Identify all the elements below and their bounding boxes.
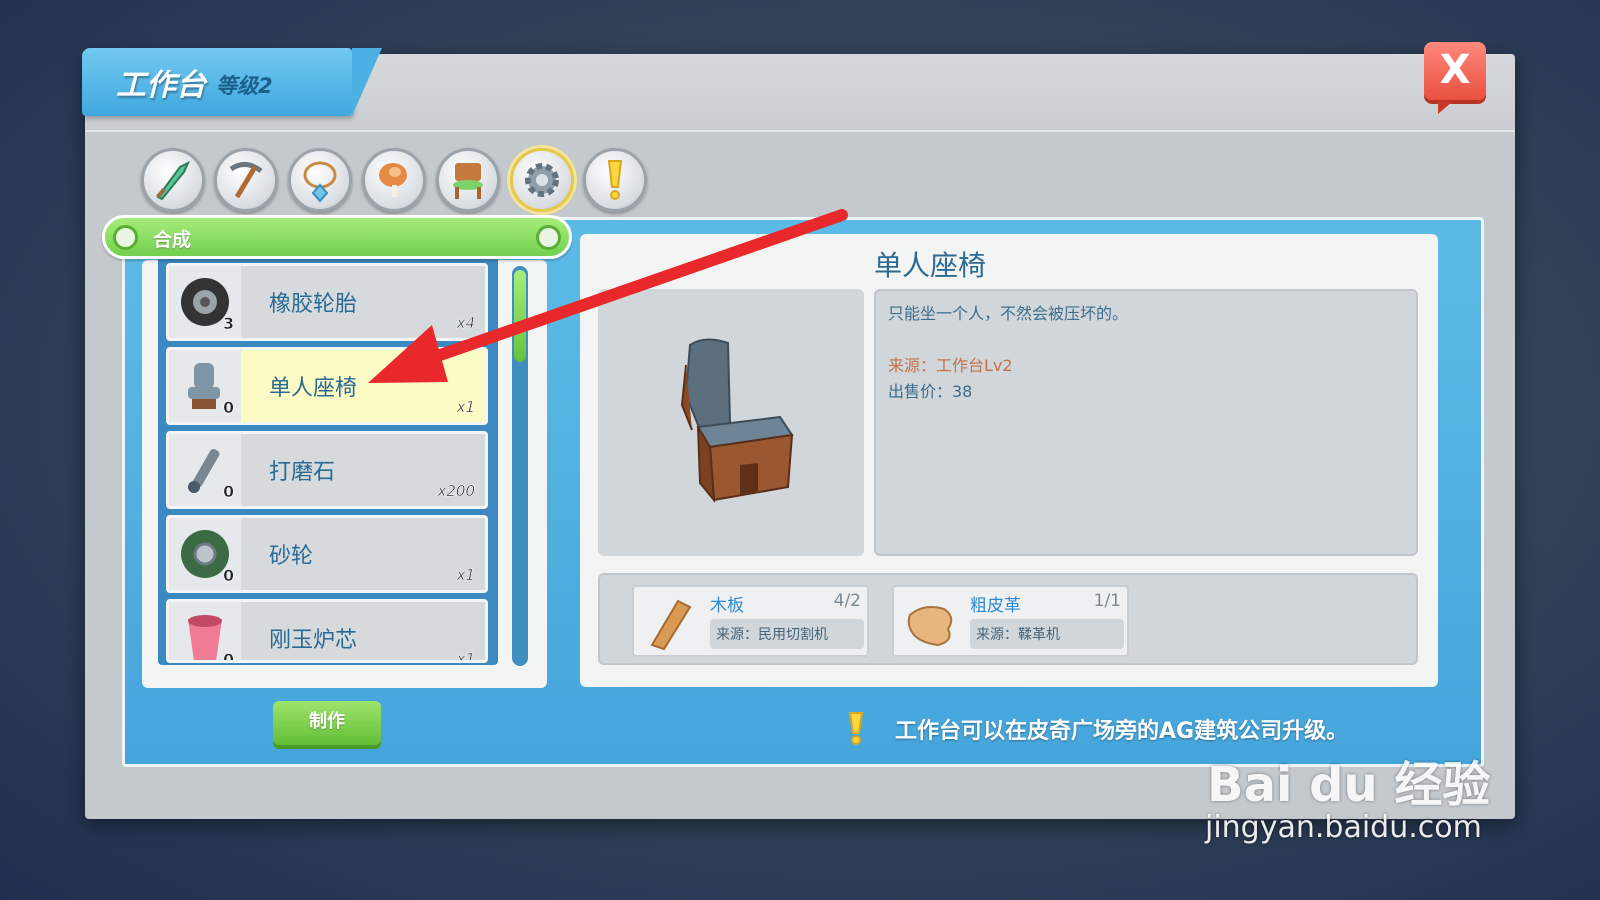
category-pickaxe-icon[interactable] — [214, 148, 278, 212]
workbench-level: 等级2 — [216, 74, 273, 98]
item-source: 来源：工作台Lv2 — [888, 356, 1013, 375]
category-food-icon[interactable] — [362, 148, 426, 212]
make-button[interactable]: 制作 — [273, 701, 381, 745]
item-name: 砂轮 — [269, 544, 314, 569]
detail-title: 单人座椅 — [873, 249, 986, 282]
list-scrollbar[interactable] — [512, 266, 528, 666]
leather-icon — [900, 593, 964, 653]
description-box: 只能坐一个人，不然会被压坏的。 来源：工作台Lv2 出售价：38 — [874, 289, 1418, 556]
section-dot-left — [113, 225, 138, 250]
material-source: 来源：民用切割机 — [710, 619, 864, 649]
recipe-item-corundum-core[interactable]: 0 刚玉炉芯 x1 — [166, 599, 488, 663]
section-header: 合成 — [102, 215, 572, 259]
craft-quantity: x1 — [456, 566, 475, 585]
material-count: 4/2 — [833, 591, 861, 611]
owned-count: 0 — [223, 482, 235, 502]
owned-count: 0 — [223, 650, 235, 663]
material-card-leather[interactable]: 粗皮革 1/1 来源：鞣革机 — [892, 585, 1129, 657]
section-label: 合成 — [153, 229, 192, 251]
title-tab: 工作台 等级2 — [82, 48, 382, 116]
item-name: 打磨石 — [269, 460, 336, 485]
material-count: 1/1 — [1093, 591, 1121, 611]
item-name: 单人座椅 — [269, 376, 358, 401]
scrollbar-thumb[interactable] — [514, 270, 526, 362]
wood-plank-icon — [640, 593, 704, 653]
item-name: 橡胶轮胎 — [269, 292, 358, 317]
owned-count: 0 — [223, 566, 235, 586]
craft-quantity: x1 — [456, 398, 475, 417]
recipe-item-rubber-tire[interactable]: 3 橡胶轮胎 x4 — [166, 263, 488, 341]
recipe-item-grinding-wheel[interactable]: 0 砂轮 x1 — [166, 515, 488, 593]
category-exclamation-icon[interactable] — [583, 148, 647, 212]
category-weapon-icon[interactable] — [141, 148, 205, 212]
item-name: 刚玉炉芯 — [269, 628, 358, 653]
watermark-url: jingyan.baidu.com — [1205, 810, 1482, 845]
recipe-item-single-chair[interactable]: 0 单人座椅 x1 — [166, 347, 488, 425]
category-gear-icon[interactable] — [510, 148, 574, 212]
material-name: 粗皮革 — [970, 596, 1021, 616]
materials-box: 木板 4/2 来源：民用切割机 粗皮革 1/1 来源：鞣革机 — [598, 573, 1418, 665]
section-dot-right — [536, 225, 561, 250]
hint-bulb-icon — [848, 712, 864, 745]
sell-price: 出售价：38 — [888, 382, 973, 401]
close-button[interactable]: X — [1424, 42, 1486, 114]
material-name: 木板 — [710, 596, 744, 616]
craft-quantity: x200 — [437, 482, 475, 501]
category-furniture-icon[interactable] — [436, 148, 500, 212]
owned-count: 0 — [223, 398, 235, 418]
recipe-item-grind-stone[interactable]: 0 打磨石 x200 — [166, 431, 488, 509]
watermark-logo: Bai du 经验 — [1207, 757, 1491, 813]
craft-quantity: x4 — [456, 314, 475, 333]
material-card-wood[interactable]: 木板 4/2 来源：民用切割机 — [632, 585, 869, 657]
craft-quantity: x1 — [456, 650, 475, 663]
window-title: 工作台 — [116, 68, 206, 103]
owned-count: 3 — [223, 314, 235, 334]
hint-text: 工作台可以在皮奇广场旁的AG建筑公司升级。 — [895, 719, 1349, 744]
item-description: 只能坐一个人，不然会被压坏的。 — [888, 304, 1129, 323]
category-necklace-icon[interactable] — [288, 148, 352, 212]
chair-preview-icon — [680, 338, 794, 504]
material-source: 来源：鞣革机 — [970, 619, 1124, 649]
